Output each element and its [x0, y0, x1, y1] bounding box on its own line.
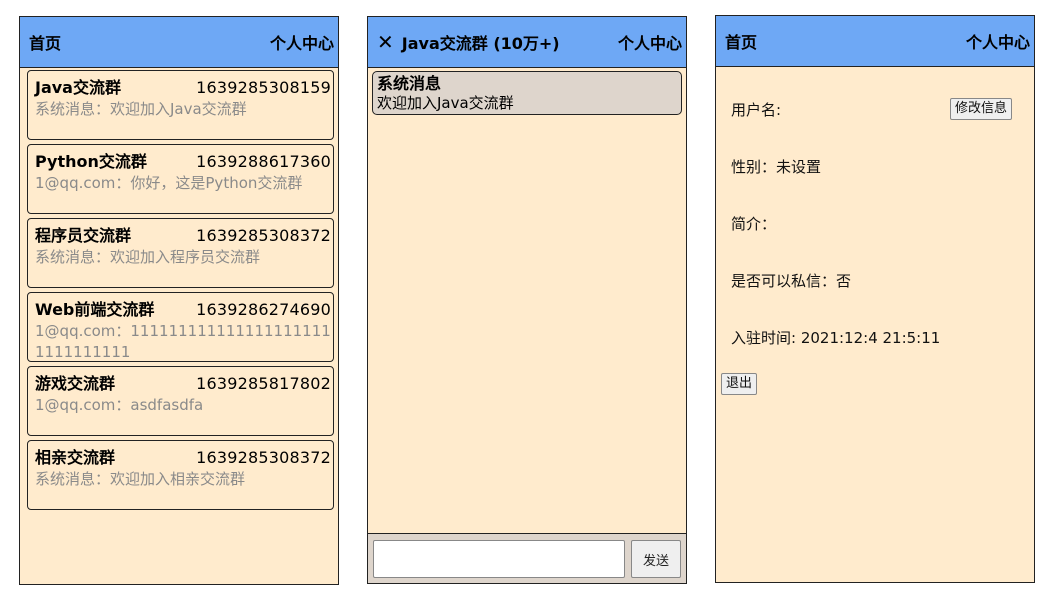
- intro-field: 简介：: [731, 215, 777, 233]
- home-link[interactable]: 首页: [725, 29, 757, 53]
- gender-field: 性别：未设置: [731, 158, 822, 176]
- profile-body: 用户名: 修改信息 性别：未设置 简介： 是否可以私信：否 入驻时间: 2021…: [716, 67, 1034, 582]
- conversation-name: 程序员交流群: [35, 226, 132, 245]
- conversation-name: Java交流群: [35, 78, 121, 97]
- conversation-last-message: 1@qq.com：你好，这是Python交流群: [35, 174, 303, 192]
- conversation-name: Web前端交流群: [35, 300, 155, 319]
- profile-center-link[interactable]: 个人中心: [618, 30, 682, 54]
- conversation-last-message: 系统消息：欢迎加入Java交流群: [35, 100, 247, 118]
- message-input-bar: 发送: [368, 533, 686, 583]
- conversation-item[interactable]: 相亲交流群 1639285308372 系统消息：欢迎加入相亲交流群: [27, 440, 334, 510]
- close-x-icon[interactable]: ✕: [377, 32, 394, 52]
- chat-title: Java交流群 (10万+): [401, 34, 560, 53]
- logout-button[interactable]: 退出: [721, 373, 758, 395]
- conversation-item[interactable]: Python交流群 1639288617360 1@qq.com：你好，这是Py…: [27, 144, 334, 214]
- profile-panel: 首页 个人中心 用户名: 修改信息 性别：未设置 简介： 是否可以私信：否 入驻…: [715, 15, 1035, 583]
- conversation-list-panel: 首页 个人中心 Java交流群 1639285308159 系统消息：欢迎加入J…: [19, 16, 339, 585]
- conversation-last-message: 系统消息：欢迎加入程序员交流群: [35, 248, 261, 266]
- conversation-name: 游戏交流群: [35, 374, 116, 393]
- conversation-time: 1639286274690: [196, 300, 331, 319]
- conversation-name: Python交流群: [35, 152, 147, 171]
- conversation-name: 相亲交流群: [35, 448, 116, 467]
- conversation-time: 1639285817802: [196, 374, 331, 393]
- conversation-list: Java交流群 1639285308159 系统消息：欢迎加入Java交流群 P…: [20, 68, 338, 510]
- conversation-last-message: 系统消息：欢迎加入相亲交流群: [35, 470, 246, 488]
- message-area: 系统消息 欢迎加入Java交流群: [368, 68, 686, 115]
- message-input[interactable]: [373, 540, 625, 578]
- conversation-time: 1639285308372: [196, 226, 331, 245]
- profile-center-link[interactable]: 个人中心: [966, 29, 1030, 53]
- dm-allowed-field: 是否可以私信：否: [731, 272, 852, 290]
- chat-header: ✕ Java交流群 (10万+) 个人中心: [368, 17, 686, 68]
- list-header: 首页 个人中心: [20, 17, 338, 68]
- username-label: 用户名:: [731, 101, 782, 119]
- profile-center-link[interactable]: 个人中心: [270, 30, 334, 54]
- home-link[interactable]: 首页: [29, 30, 61, 54]
- chat-panel: ✕ Java交流群 (10万+) 个人中心 系统消息 欢迎加入Java交流群 发…: [367, 16, 687, 584]
- conversation-item[interactable]: Web前端交流群 1639286274690 1@qq.com：11111111…: [27, 292, 334, 362]
- send-button[interactable]: 发送: [631, 540, 681, 578]
- edit-info-button[interactable]: 修改信息: [950, 98, 1013, 120]
- message-sender: 系统消息: [377, 74, 442, 93]
- conversation-time: 1639288617360: [196, 152, 331, 171]
- conversation-last-message: 1@qq.com：1111111111111111111111111111111: [35, 322, 331, 361]
- conversation-item[interactable]: 程序员交流群 1639285308372 系统消息：欢迎加入程序员交流群: [27, 218, 334, 288]
- conversation-time: 1639285308159: [196, 78, 331, 97]
- joined-time-field: 入驻时间: 2021:12:4 21:5:11: [731, 329, 941, 347]
- message-bubble: 系统消息 欢迎加入Java交流群: [372, 71, 682, 115]
- profile-header: 首页 个人中心: [716, 16, 1034, 67]
- conversation-last-message: 1@qq.com：asdfasdfa: [35, 396, 204, 414]
- conversation-item[interactable]: Java交流群 1639285308159 系统消息：欢迎加入Java交流群: [27, 70, 334, 140]
- message-text: 欢迎加入Java交流群: [377, 94, 514, 112]
- conversation-time: 1639285308372: [196, 448, 331, 467]
- conversation-item[interactable]: 游戏交流群 1639285817802 1@qq.com：asdfasdfa: [27, 366, 334, 436]
